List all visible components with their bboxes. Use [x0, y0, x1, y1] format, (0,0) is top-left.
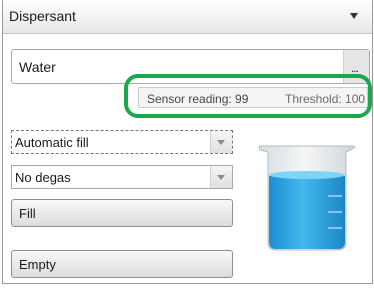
fill-mode-select[interactable]: Automatic fill [11, 130, 233, 154]
degas-mode-select[interactable]: No degas [11, 165, 233, 189]
fill-button-label: Fill [19, 206, 36, 221]
fill-mode-value: Automatic fill [15, 135, 89, 150]
fill-button[interactable]: Fill [11, 199, 233, 227]
chevron-down-icon [217, 140, 225, 145]
chevron-down-icon [217, 175, 225, 180]
empty-button-label: Empty [19, 257, 56, 272]
degas-mode-dropdown-button[interactable] [210, 166, 232, 188]
panel-title: Dispersant [9, 8, 76, 24]
beaker-icon [258, 145, 356, 251]
chevron-down-icon[interactable] [350, 13, 358, 19]
empty-button[interactable]: Empty [11, 250, 233, 278]
degas-mode-value: No degas [15, 170, 71, 185]
panel-header[interactable]: Dispersant [3, 0, 372, 34]
highlight-annotation [124, 74, 372, 118]
ellipsis-icon: ... [351, 61, 359, 75]
fill-mode-dropdown-button[interactable] [210, 131, 232, 153]
dispersant-value: Water [19, 59, 56, 75]
